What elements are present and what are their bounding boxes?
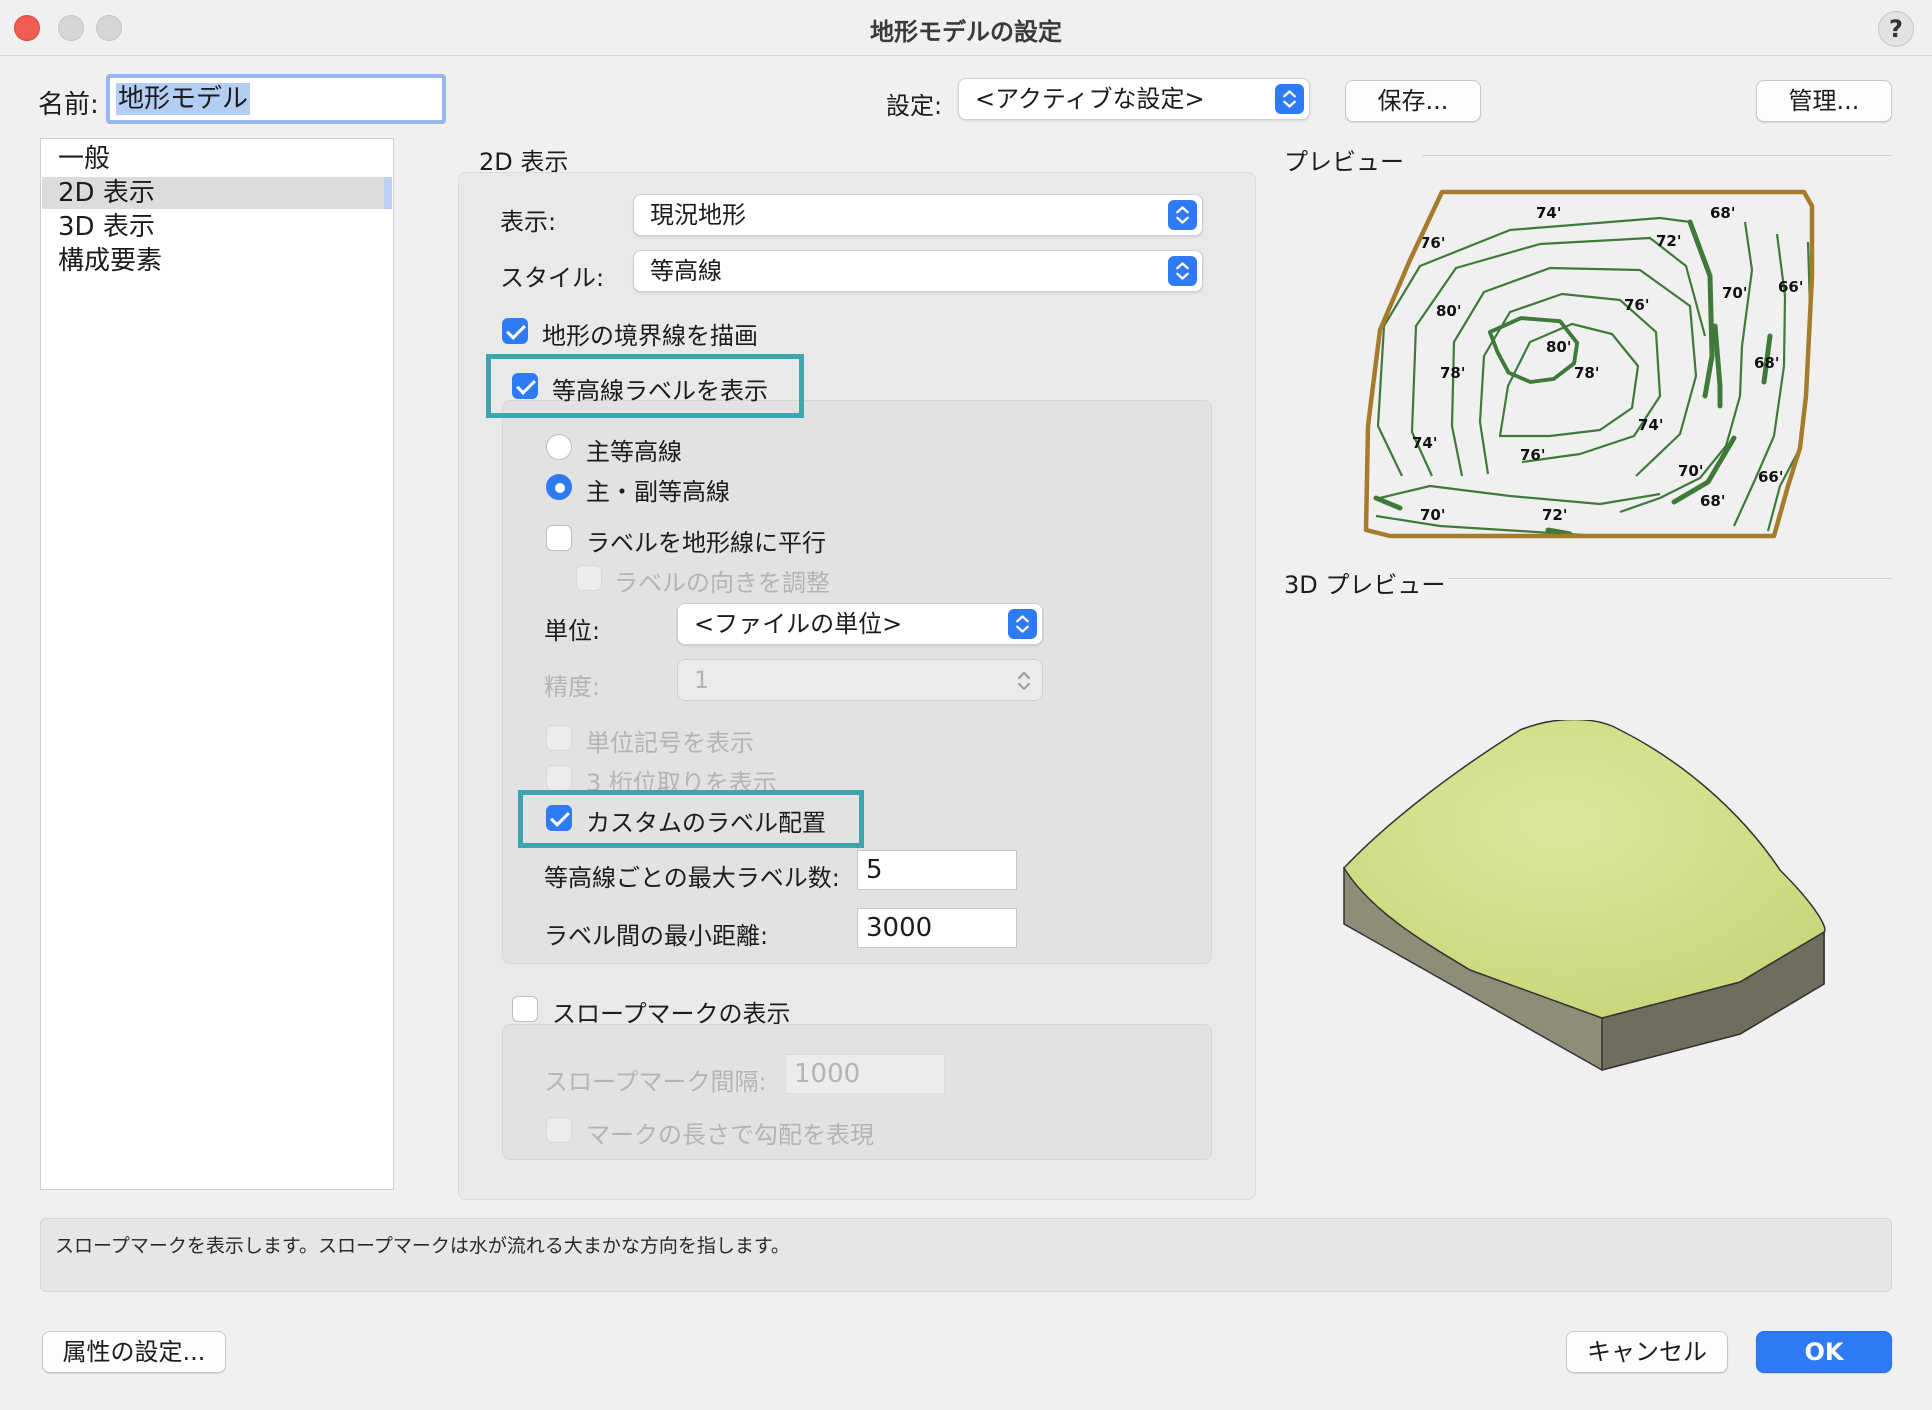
major-minor-contours-radio[interactable] xyxy=(546,474,572,500)
svg-text:70': 70' xyxy=(1678,462,1703,480)
svg-text:66': 66' xyxy=(1778,278,1803,296)
help-text: スロープマークを表示します。スロープマークは水が流れる大まかな方向を指します。 xyxy=(55,1235,790,1257)
svg-text:74': 74' xyxy=(1638,416,1663,434)
units-popup-value: <ファイルの単位> xyxy=(694,610,903,638)
svg-text:72': 72' xyxy=(1542,506,1567,524)
svg-text:76': 76' xyxy=(1420,234,1445,252)
sidebar-item-3d-display[interactable]: 3D 表示 xyxy=(42,211,392,243)
preview-3d-title: 3D プレビュー xyxy=(1284,571,1446,599)
adjust-direction-checkbox[interactable] xyxy=(576,565,602,591)
draw-boundary-label: 地形の境界線を描画 xyxy=(542,322,758,350)
svg-text:78': 78' xyxy=(1440,364,1465,382)
svg-text:68': 68' xyxy=(1710,204,1735,222)
svg-text:80': 80' xyxy=(1436,302,1461,320)
parallel-labels-label: ラベルを地形線に平行 xyxy=(586,529,826,557)
slope-interval-field[interactable]: 1000 xyxy=(785,1054,945,1094)
window-title: 地形モデルの設定 xyxy=(870,18,1062,46)
custom-placement-checkbox[interactable] xyxy=(546,805,572,831)
settings-label: 設定: xyxy=(886,92,943,120)
cancel-button[interactable]: キャンセル xyxy=(1566,1331,1728,1373)
title-bar: 地形モデルの設定 ? xyxy=(0,0,1932,56)
display-popup-value: 現況地形 xyxy=(650,201,746,229)
major-contours-radio[interactable] xyxy=(546,434,572,460)
chevron-updown-icon xyxy=(1018,672,1030,690)
chevron-updown-icon xyxy=(1168,256,1197,286)
show-unit-mark-checkbox[interactable] xyxy=(546,725,572,751)
show-contour-labels-checkbox[interactable] xyxy=(512,373,538,399)
max-labels-field[interactable]: 5 xyxy=(857,850,1017,890)
max-labels-label: 等高線ごとの最大ラベル数: xyxy=(544,864,840,892)
svg-text:70': 70' xyxy=(1420,506,1445,524)
settings-popup[interactable]: <アクティブな設定> xyxy=(958,78,1310,120)
svg-text:80': 80' xyxy=(1546,338,1571,356)
draw-boundary-checkbox[interactable] xyxy=(502,318,528,344)
major-minor-contours-label: 主・副等高線 xyxy=(586,478,730,506)
adjust-direction-label: ラベルの向きを調整 xyxy=(614,569,830,597)
contour-preview: 74' 68' 76' 72' 66' 70' 80' 76' 80' 68' … xyxy=(1363,189,1815,539)
display-label: 表示: xyxy=(500,208,557,236)
help-text-box: スロープマークを表示します。スロープマークは水が流れる大まかな方向を指します。 xyxy=(40,1218,1892,1292)
help-button[interactable]: ? xyxy=(1878,11,1914,47)
preview-title: プレビュー xyxy=(1284,148,1404,176)
svg-text:78': 78' xyxy=(1574,364,1599,382)
major-contours-label: 主等高線 xyxy=(586,438,682,466)
slope-length-label: マークの長さで勾配を表現 xyxy=(586,1121,874,1149)
svg-text:72': 72' xyxy=(1656,232,1681,250)
style-label: スタイル: xyxy=(500,264,605,292)
sidebar-item-general[interactable]: 一般 xyxy=(42,143,392,175)
save-button[interactable]: 保存... xyxy=(1345,80,1481,122)
svg-text:76': 76' xyxy=(1624,296,1649,314)
svg-text:76': 76' xyxy=(1520,446,1545,464)
slope-marks-checkbox[interactable] xyxy=(512,996,538,1022)
chevron-updown-icon xyxy=(1008,609,1037,639)
contour-labels: 74' 68' 76' 72' 66' 70' 80' 76' 80' 68' … xyxy=(1412,204,1803,524)
slope-length-checkbox[interactable] xyxy=(546,1117,572,1143)
svg-text:70': 70' xyxy=(1722,284,1747,302)
precision-popup[interactable]: 1 xyxy=(677,659,1043,701)
min-distance-field[interactable]: 3000 xyxy=(857,908,1017,948)
precision-popup-value: 1 xyxy=(694,666,710,694)
category-list[interactable]: 一般 2D 表示 3D 表示 構成要素 xyxy=(40,138,394,1190)
sidebar-item-components[interactable]: 構成要素 xyxy=(42,245,392,277)
ok-button[interactable]: OK xyxy=(1756,1331,1892,1373)
svg-text:74': 74' xyxy=(1536,204,1561,222)
manage-button[interactable]: 管理... xyxy=(1756,80,1892,122)
attributes-button[interactable]: 属性の設定... xyxy=(42,1331,226,1373)
preview-separator xyxy=(1422,155,1892,156)
terrain-3d-preview xyxy=(1343,720,1826,1071)
show-contour-labels-label: 等高線ラベルを表示 xyxy=(552,377,768,405)
custom-placement-label: カスタムのラベル配置 xyxy=(586,809,826,837)
style-popup-value: 等高線 xyxy=(650,257,722,285)
show-unit-mark-label: 単位記号を表示 xyxy=(586,729,754,757)
svg-text:68': 68' xyxy=(1754,354,1779,372)
settings-popup-value: <アクティブな設定> xyxy=(975,85,1205,113)
preview-3d-separator xyxy=(1448,578,1892,579)
svg-text:74': 74' xyxy=(1412,434,1437,452)
style-popup[interactable]: 等高線 xyxy=(633,250,1203,292)
chevron-updown-icon xyxy=(1168,200,1197,230)
chevron-updown-icon xyxy=(1275,84,1304,114)
name-field-value: 地形モデル xyxy=(116,83,251,115)
slope-interval-label: スロープマーク間隔: xyxy=(544,1068,767,1096)
units-label: 単位: xyxy=(544,617,601,645)
svg-text:68': 68' xyxy=(1700,492,1725,510)
parallel-labels-checkbox[interactable] xyxy=(546,525,572,551)
show-thousands-checkbox[interactable] xyxy=(546,765,572,791)
name-field[interactable]: 地形モデル xyxy=(106,74,446,124)
svg-text:66': 66' xyxy=(1758,468,1783,486)
display-popup[interactable]: 現況地形 xyxy=(633,194,1203,236)
min-distance-label: ラベル間の最小距離: xyxy=(544,922,769,950)
sidebar-item-2d-display[interactable]: 2D 表示 xyxy=(42,177,392,209)
precision-label: 精度: xyxy=(544,673,601,701)
name-label: 名前: xyxy=(38,90,99,120)
units-popup[interactable]: <ファイルの単位> xyxy=(677,603,1043,645)
